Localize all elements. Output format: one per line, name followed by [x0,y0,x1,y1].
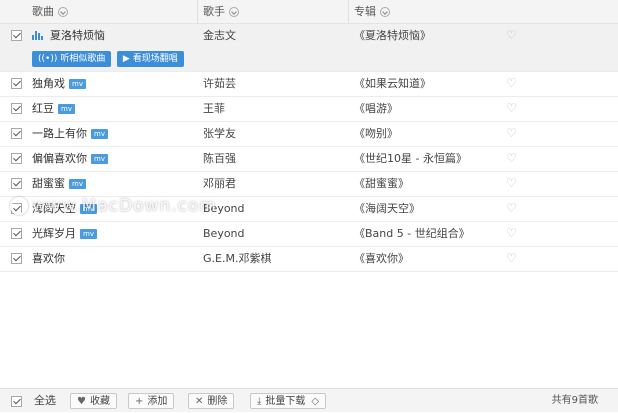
album-link[interactable]: 《甜蜜蜜》 [354,172,409,196]
singer-link[interactable]: G.E.M.邓紫棋 [203,247,271,271]
watermark: www.MacDown.com [10,196,217,216]
song-title-cell[interactable]: 红豆 mv [32,97,75,121]
heart-icon: ♥ [77,396,86,407]
bottom-toolbar: 全选 ♥ 收藏 + 添加 ✕ 删除 ⤓ 批量下载 ◇ 共有9首歌 [0,388,618,412]
row-checkbox[interactable] [11,153,22,164]
playing-equalizer-icon [32,30,44,40]
heart-icon[interactable]: ♡ [506,77,518,89]
mv-badge-icon[interactable]: mv [91,129,108,139]
song-title-cell[interactable]: 光辉岁月 mv [32,222,97,246]
mv-badge-icon[interactable]: mv [58,104,75,114]
sort-chevron-icon [58,7,68,17]
download-icon: ⤓ [257,396,262,407]
heart-icon[interactable]: ♡ [506,177,518,189]
album-link[interactable]: 《海阔天空》 [354,197,420,221]
song-title-cell[interactable]: 偏偏喜欢你 mv [32,147,108,171]
row-actions: ((•)) 听相似歌曲 ▶ 看现场翻唱 [32,51,186,67]
heart-icon[interactable]: ♡ [506,202,518,214]
song-title-cell[interactable]: 独角戏 mv [32,72,86,96]
album-link[interactable]: 《喜欢你》 [354,247,409,271]
row-checkbox[interactable] [11,178,22,189]
watermark-logo-icon [10,197,28,215]
sort-chevron-icon [229,7,239,17]
table-row[interactable]: 光辉岁月 mv Beyond 《Band 5 - 世纪组合》 ♡ [0,222,618,247]
similar-songs-button[interactable]: ((•)) 听相似歌曲 [32,51,112,67]
column-divider[interactable] [348,0,349,24]
broadcast-icon: ((•)) [38,54,58,64]
header-singer[interactable]: 歌手 [203,0,239,24]
list-header: 歌曲 歌手 专辑 [0,0,618,24]
row-checkbox[interactable] [11,78,22,89]
heart-icon[interactable]: ♡ [506,102,518,114]
table-row[interactable]: 甜蜜蜜 mv 邓丽君 《甜蜜蜜》 ♡ [0,172,618,197]
row-checkbox[interactable] [11,30,22,41]
diamond-icon: ◇ [311,396,320,407]
album-link[interactable]: 《夏洛特烦恼》 [354,24,431,48]
album-link[interactable]: 《吻别》 [354,122,398,146]
row-checkbox[interactable] [11,253,22,264]
singer-link[interactable]: 邓丽君 [203,172,236,196]
singer-link[interactable]: 金志文 [203,24,236,48]
album-link[interactable]: 《唱游》 [354,97,398,121]
mv-badge-icon[interactable]: mv [69,179,86,189]
table-row[interactable]: 喜欢你 G.E.M.邓紫棋 《喜欢你》 ♡ [0,247,618,272]
song-title-cell[interactable]: 一路上有你 mv [32,122,108,146]
row-checkbox[interactable] [11,228,22,239]
plus-icon: + [135,396,144,407]
select-all-label[interactable]: 全选 [34,389,56,413]
heart-icon[interactable]: ♡ [506,29,518,41]
table-row[interactable]: 一路上有你 mv 张学友 《吻别》 ♡ [0,122,618,147]
live-cover-button[interactable]: ▶ 看现场翻唱 [116,51,184,67]
column-divider[interactable] [197,0,198,24]
sort-chevron-icon [380,7,390,17]
album-link[interactable]: 《Band 5 - 世纪组合》 [354,222,470,246]
row-checkbox[interactable] [11,103,22,114]
heart-icon[interactable]: ♡ [506,252,518,264]
table-row[interactable]: 红豆 mv 王菲 《唱游》 ♡ [0,97,618,122]
header-song[interactable]: 歌曲 [32,0,68,24]
mv-badge-icon[interactable]: mv [80,229,97,239]
singer-link[interactable]: 王菲 [203,97,225,121]
singer-link[interactable]: 陈百强 [203,147,236,171]
mv-badge-icon[interactable]: mv [69,79,86,89]
singer-link[interactable]: Beyond [203,222,245,246]
close-icon: ✕ [195,396,204,407]
select-all-checkbox[interactable] [11,396,22,407]
song-title-cell[interactable]: 夏洛特烦恼 [32,24,105,48]
song-title-cell[interactable]: 甜蜜蜜 mv [32,172,86,196]
collect-button[interactable]: ♥ 收藏 [70,393,117,409]
album-link[interactable]: 《世纪10星 - 永恒篇》 [354,147,467,171]
song-title-cell[interactable]: 喜欢你 [32,247,65,271]
heart-icon[interactable]: ♡ [506,127,518,139]
table-row[interactable]: 偏偏喜欢你 mv 陈百强 《世纪10星 - 永恒篇》 ♡ [0,147,618,172]
batch-download-button[interactable]: ⤓ 批量下载 ◇ [250,393,327,409]
mv-badge-icon[interactable]: mv [91,154,108,164]
row-checkbox[interactable] [11,128,22,139]
table-row[interactable]: 夏洛特烦恼 金志文 《夏洛特烦恼》 ♡ ((•)) 听相似歌曲 ▶ 看现场翻唱 [0,24,618,72]
delete-button[interactable]: ✕ 删除 [188,393,235,409]
song-count: 共有9首歌 [551,395,598,406]
play-circle-icon: ▶ [122,54,130,64]
singer-link[interactable]: 张学友 [203,122,236,146]
album-link[interactable]: 《如果云知道》 [354,72,431,96]
header-album[interactable]: 专辑 [354,0,390,24]
table-row[interactable]: 独角戏 mv 许茹芸 《如果云知道》 ♡ [0,72,618,97]
heart-icon[interactable]: ♡ [506,227,518,239]
heart-icon[interactable]: ♡ [506,152,518,164]
singer-link[interactable]: 许茹芸 [203,72,236,96]
add-button[interactable]: + 添加 [128,393,175,409]
